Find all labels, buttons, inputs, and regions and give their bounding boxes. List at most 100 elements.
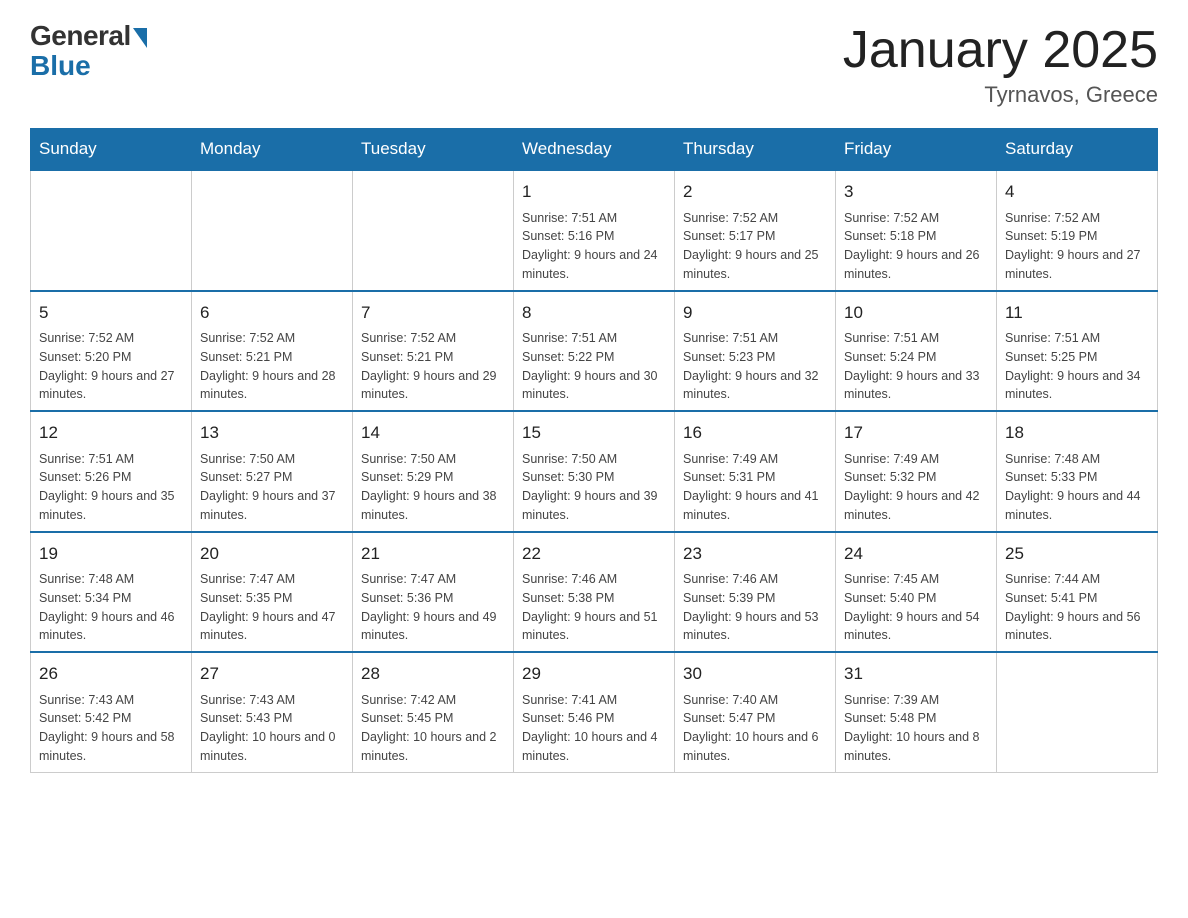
calendar-cell (997, 652, 1158, 772)
day-number: 29 (522, 661, 666, 687)
day-number: 4 (1005, 179, 1149, 205)
day-info: Sunrise: 7:46 AMSunset: 5:38 PMDaylight:… (522, 570, 666, 645)
day-number: 31 (844, 661, 988, 687)
day-info: Sunrise: 7:43 AMSunset: 5:43 PMDaylight:… (200, 691, 344, 766)
weekday-header-thursday: Thursday (675, 129, 836, 171)
day-info: Sunrise: 7:44 AMSunset: 5:41 PMDaylight:… (1005, 570, 1149, 645)
calendar-cell: 31 Sunrise: 7:39 AMSunset: 5:48 PMDayligh… (836, 652, 997, 772)
calendar-title: January 2025 (843, 20, 1158, 80)
calendar-cell: 15 Sunrise: 7:50 AMSunset: 5:30 PMDayligh… (514, 411, 675, 532)
calendar-cell: 12Sunrise: 7:51 AMSunset: 5:26 PMDayligh… (31, 411, 192, 532)
day-number: 5 (39, 300, 183, 326)
day-number: 19 (39, 541, 183, 567)
calendar-cell: 19 Sunrise: 7:48 AMSunset: 5:34 PMDayligh… (31, 532, 192, 653)
calendar-cell: 4 Sunrise: 7:52 AMSunset: 5:19 PMDaylight… (997, 170, 1158, 291)
calendar-cell: 16 Sunrise: 7:49 AMSunset: 5:31 PMDayligh… (675, 411, 836, 532)
calendar-cell: 29 Sunrise: 7:41 AMSunset: 5:46 PMDayligh… (514, 652, 675, 772)
day-number: 23 (683, 541, 827, 567)
day-number: 3 (844, 179, 988, 205)
day-info: Sunrise: 7:50 AMSunset: 5:30 PMDaylight:… (522, 450, 666, 525)
day-info: Sunrise: 7:50 AMSunset: 5:29 PMDaylight:… (361, 450, 505, 525)
day-number: 21 (361, 541, 505, 567)
day-info: Sunrise: 7:48 AMSunset: 5:34 PMDaylight:… (39, 570, 183, 645)
calendar-cell: 30Sunrise: 7:40 AMSunset: 5:47 PMDayligh… (675, 652, 836, 772)
calendar-cell: 27 Sunrise: 7:43 AMSunset: 5:43 PMDayligh… (192, 652, 353, 772)
calendar-cell: 21 Sunrise: 7:47 AMSunset: 5:36 PMDayligh… (353, 532, 514, 653)
day-info: Sunrise: 7:51 AMSunset: 5:16 PMDaylight:… (522, 209, 666, 284)
day-number: 24 (844, 541, 988, 567)
logo: General Blue (30, 20, 147, 82)
day-info: Sunrise: 7:52 AMSunset: 5:21 PMDaylight:… (361, 329, 505, 404)
calendar-week-row: 5 Sunrise: 7:52 AMSunset: 5:20 PMDaylight… (31, 291, 1158, 412)
day-info: Sunrise: 7:39 AMSunset: 5:48 PMDaylight:… (844, 691, 988, 766)
day-info: Sunrise: 7:52 AMSunset: 5:17 PMDaylight:… (683, 209, 827, 284)
day-number: 27 (200, 661, 344, 687)
day-number: 14 (361, 420, 505, 446)
day-info: Sunrise: 7:47 AMSunset: 5:36 PMDaylight:… (361, 570, 505, 645)
calendar-cell: 14 Sunrise: 7:50 AMSunset: 5:29 PMDayligh… (353, 411, 514, 532)
day-number: 11 (1005, 300, 1149, 326)
calendar-table: SundayMondayTuesdayWednesdayThursdayFrid… (30, 128, 1158, 773)
day-number: 26 (39, 661, 183, 687)
calendar-cell: 13Sunrise: 7:50 AMSunset: 5:27 PMDayligh… (192, 411, 353, 532)
day-number: 7 (361, 300, 505, 326)
logo-general-text: General (30, 20, 131, 52)
day-number: 18 (1005, 420, 1149, 446)
page-header: General Blue January 2025 Tyrnavos, Gree… (30, 20, 1158, 108)
day-number: 1 (522, 179, 666, 205)
day-number: 25 (1005, 541, 1149, 567)
day-info: Sunrise: 7:49 AMSunset: 5:32 PMDaylight:… (844, 450, 988, 525)
logo-blue-text: Blue (30, 50, 91, 82)
calendar-cell: 5 Sunrise: 7:52 AMSunset: 5:20 PMDaylight… (31, 291, 192, 412)
day-number: 15 (522, 420, 666, 446)
calendar-cell: 1 Sunrise: 7:51 AMSunset: 5:16 PMDaylight… (514, 170, 675, 291)
calendar-week-row: 26Sunrise: 7:43 AMSunset: 5:42 PMDayligh… (31, 652, 1158, 772)
day-info: Sunrise: 7:52 AMSunset: 5:19 PMDaylight:… (1005, 209, 1149, 284)
calendar-cell: 24 Sunrise: 7:45 AMSunset: 5:40 PMDayligh… (836, 532, 997, 653)
weekday-header-tuesday: Tuesday (353, 129, 514, 171)
day-number: 6 (200, 300, 344, 326)
day-info: Sunrise: 7:41 AMSunset: 5:46 PMDaylight:… (522, 691, 666, 766)
day-info: Sunrise: 7:51 AMSunset: 5:25 PMDaylight:… (1005, 329, 1149, 404)
day-number: 10 (844, 300, 988, 326)
weekday-header-monday: Monday (192, 129, 353, 171)
day-info: Sunrise: 7:46 AMSunset: 5:39 PMDaylight:… (683, 570, 827, 645)
logo-arrow-icon (133, 28, 147, 48)
calendar-header-row: SundayMondayTuesdayWednesdayThursdayFrid… (31, 129, 1158, 171)
calendar-cell: 3Sunrise: 7:52 AMSunset: 5:18 PMDaylight… (836, 170, 997, 291)
day-number: 22 (522, 541, 666, 567)
day-number: 12 (39, 420, 183, 446)
day-info: Sunrise: 7:52 AMSunset: 5:21 PMDaylight:… (200, 329, 344, 404)
calendar-cell: 10 Sunrise: 7:51 AMSunset: 5:24 PMDayligh… (836, 291, 997, 412)
calendar-cell: 17Sunrise: 7:49 AMSunset: 5:32 PMDayligh… (836, 411, 997, 532)
weekday-header-saturday: Saturday (997, 129, 1158, 171)
calendar-cell: 9Sunrise: 7:51 AMSunset: 5:23 PMDaylight… (675, 291, 836, 412)
calendar-cell (192, 170, 353, 291)
weekday-header-sunday: Sunday (31, 129, 192, 171)
calendar-week-row: 19 Sunrise: 7:48 AMSunset: 5:34 PMDayligh… (31, 532, 1158, 653)
day-info: Sunrise: 7:49 AMSunset: 5:31 PMDaylight:… (683, 450, 827, 525)
calendar-week-row: 1 Sunrise: 7:51 AMSunset: 5:16 PMDaylight… (31, 170, 1158, 291)
calendar-cell: 8 Sunrise: 7:51 AMSunset: 5:22 PMDaylight… (514, 291, 675, 412)
day-number: 8 (522, 300, 666, 326)
day-info: Sunrise: 7:47 AMSunset: 5:35 PMDaylight:… (200, 570, 344, 645)
calendar-subtitle: Tyrnavos, Greece (843, 82, 1158, 108)
day-number: 30 (683, 661, 827, 687)
day-info: Sunrise: 7:42 AMSunset: 5:45 PMDaylight:… (361, 691, 505, 766)
calendar-cell: 20Sunrise: 7:47 AMSunset: 5:35 PMDayligh… (192, 532, 353, 653)
calendar-cell: 22 Sunrise: 7:46 AMSunset: 5:38 PMDayligh… (514, 532, 675, 653)
day-info: Sunrise: 7:51 AMSunset: 5:22 PMDaylight:… (522, 329, 666, 404)
calendar-cell: 18Sunrise: 7:48 AMSunset: 5:33 PMDayligh… (997, 411, 1158, 532)
day-number: 9 (683, 300, 827, 326)
day-info: Sunrise: 7:45 AMSunset: 5:40 PMDaylight:… (844, 570, 988, 645)
calendar-cell: 6 Sunrise: 7:52 AMSunset: 5:21 PMDaylight… (192, 291, 353, 412)
calendar-week-row: 12Sunrise: 7:51 AMSunset: 5:26 PMDayligh… (31, 411, 1158, 532)
day-info: Sunrise: 7:52 AMSunset: 5:20 PMDaylight:… (39, 329, 183, 404)
day-info: Sunrise: 7:50 AMSunset: 5:27 PMDaylight:… (200, 450, 344, 525)
title-section: January 2025 Tyrnavos, Greece (843, 20, 1158, 108)
day-number: 16 (683, 420, 827, 446)
day-info: Sunrise: 7:51 AMSunset: 5:24 PMDaylight:… (844, 329, 988, 404)
calendar-cell: 2Sunrise: 7:52 AMSunset: 5:17 PMDaylight… (675, 170, 836, 291)
weekday-header-wednesday: Wednesday (514, 129, 675, 171)
calendar-cell (353, 170, 514, 291)
